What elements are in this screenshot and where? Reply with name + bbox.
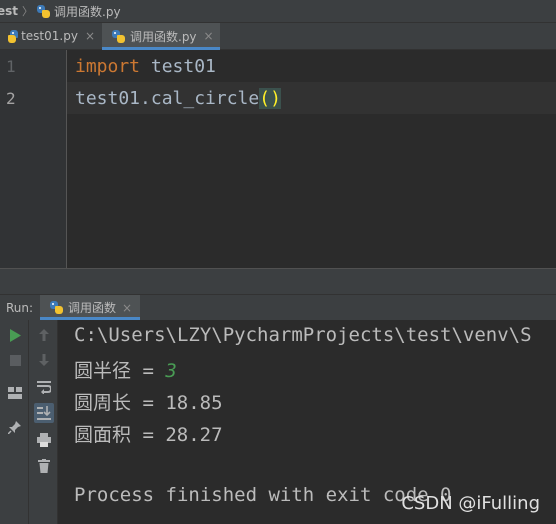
close-icon[interactable]: × xyxy=(204,29,214,43)
layout-icon[interactable] xyxy=(5,383,25,403)
panel-splitter[interactable] xyxy=(0,268,556,294)
run-tab[interactable]: 调用函数 × xyxy=(40,295,141,320)
matched-parentheses: () xyxy=(259,87,281,109)
code-editor[interactable]: 1 2 import test01 test01.cal_circle() xyxy=(0,50,556,268)
console-output-perimeter: 圆周长 = 18.85 xyxy=(74,392,223,414)
code-text: test01.cal_circle xyxy=(75,87,260,109)
navigation-bar: est 〉 调用函数.py xyxy=(0,0,556,23)
line-number-gutter: 1 2 xyxy=(0,50,67,268)
run-label: Run: xyxy=(6,300,34,315)
console-process-finished: Process finished with exit code 0 xyxy=(74,484,452,506)
line-number: 1 xyxy=(6,57,16,76)
run-console[interactable]: C:\Users\LZY\PycharmProjects\test\venv\S… xyxy=(58,320,556,524)
rerun-icon[interactable] xyxy=(5,325,25,345)
python-file-icon xyxy=(112,29,125,43)
soft-wrap-icon[interactable] xyxy=(34,377,54,397)
code-line-current[interactable]: test01.cal_circle() xyxy=(67,82,556,114)
pin-icon[interactable] xyxy=(5,417,25,437)
print-icon[interactable] xyxy=(34,430,54,450)
line-number: 2 xyxy=(6,89,16,108)
tab-call-function[interactable]: 调用函数.py × xyxy=(102,23,220,50)
editor-tab-bar: test01.py × 调用函数.py × xyxy=(0,23,556,50)
tab-test01[interactable]: test01.py × xyxy=(0,23,101,49)
console-output-radius: 圆半径 = 3 xyxy=(74,356,177,383)
breadcrumb-project[interactable]: est xyxy=(0,4,18,18)
tab-label: test01.py xyxy=(21,29,78,43)
run-panel-header: Run: 调用函数 × xyxy=(0,294,556,320)
arrow-down-icon[interactable] xyxy=(34,350,54,370)
run-toolbar-left xyxy=(0,320,29,524)
console-command-path: C:\Users\LZY\PycharmProjects\test\venv\S xyxy=(74,324,532,346)
breadcrumb-separator: 〉 xyxy=(22,5,34,18)
run-tab-label: 调用函数 xyxy=(68,301,117,315)
python-file-icon xyxy=(8,29,18,43)
breadcrumb-file[interactable]: 调用函数.py xyxy=(54,3,121,20)
code-text: test01 xyxy=(140,55,216,77)
scroll-to-end-icon[interactable] xyxy=(34,403,54,423)
stop-icon[interactable] xyxy=(5,350,25,370)
console-output-area: 圆面积 = 28.27 xyxy=(74,424,223,446)
trash-icon[interactable] xyxy=(34,456,54,476)
arrow-up-icon[interactable] xyxy=(34,325,54,345)
code-keyword: import xyxy=(75,55,141,77)
run-toolbar-right xyxy=(29,320,58,524)
console-text: 圆半径 = xyxy=(74,360,166,382)
console-input-value: 3 xyxy=(165,360,177,382)
close-icon[interactable]: × xyxy=(122,301,132,315)
tab-label: 调用函数.py xyxy=(130,29,197,44)
watermark: CSDN @iFulling xyxy=(401,493,540,514)
python-file-icon xyxy=(37,4,51,18)
python-file-icon xyxy=(50,301,63,314)
close-icon[interactable]: × xyxy=(85,29,95,43)
code-line[interactable]: import test01 xyxy=(67,50,556,82)
